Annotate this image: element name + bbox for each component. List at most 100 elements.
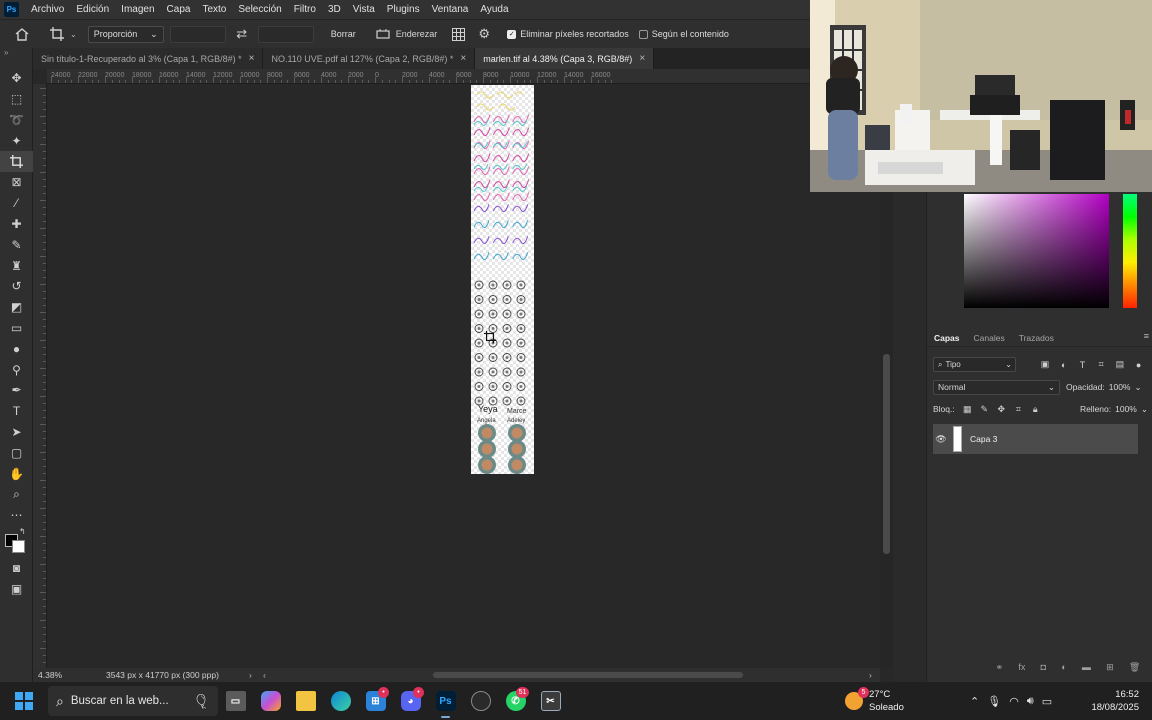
start-button[interactable] [0,682,48,720]
straighten-icon[interactable] [370,23,396,45]
more-tools-icon[interactable]: ⋯ [0,505,33,526]
menu-texto[interactable]: Texto [196,4,232,15]
menu-3d[interactable]: 3D [322,4,347,15]
blur-tool-icon[interactable]: ● [0,338,33,359]
layer-name[interactable]: Capa 3 [970,434,997,444]
scrollbar-thumb[interactable] [883,354,890,554]
dodge-tool-icon[interactable]: ⚲ [0,359,33,380]
ratio-select[interactable]: Proporción ⌄ [87,25,164,43]
document-canvas[interactable]: Yeya Angela Marce Adeley [471,85,534,474]
content-aware-checkbox[interactable]: Según el contenido [638,29,729,39]
close-icon[interactable]: × [460,53,466,64]
filter-adjustment-icon[interactable]: ◐ [1054,360,1073,370]
screen-mode-icon[interactable]: ▣ [0,578,33,599]
chevron-up-icon[interactable]: ⌃ [970,695,979,708]
path-selection-tool-icon[interactable]: ➤ [0,422,33,443]
tab-capas[interactable]: Capas [927,333,967,343]
menu-filtro[interactable]: Filtro [288,4,322,15]
gear-icon[interactable]: ⚙ [471,23,497,45]
menu-ventana[interactable]: Ventana [426,4,475,15]
lock-all-icon[interactable]: 🔒︎ [1027,404,1044,415]
crop-tool-icon[interactable] [0,151,33,172]
fill-value[interactable]: 100% [1115,404,1137,414]
speaker-icon[interactable]: 🔊︎ [1027,695,1034,708]
weather-widget[interactable]: 5 27°C Soleado [845,682,904,720]
chevron-down-icon[interactable]: ⌄ [70,30,77,39]
close-icon[interactable]: × [249,53,255,64]
add-mask-icon[interactable]: ◘ [1041,662,1046,678]
panel-menu-icon[interactable]: ≡ [1144,331,1149,341]
clear-button[interactable]: Borrar [322,24,364,44]
swap-colors-icon[interactable]: ↰ [19,527,26,536]
menu-capa[interactable]: Capa [161,4,197,15]
close-icon[interactable]: × [639,53,645,64]
home-icon[interactable] [0,23,44,45]
collapse-arrows-icon[interactable]: » [0,48,32,68]
wifi-icon[interactable]: ◠ [1009,695,1019,708]
chevron-down-icon[interactable]: ⌄ [1135,382,1142,393]
canvas-area[interactable]: Yeya Angela Marce Adeley [47,85,879,668]
tab-trazados[interactable]: Trazados [1012,333,1061,343]
straighten-label[interactable]: Enderezar [396,29,438,39]
lock-image-icon[interactable]: ✎ [976,404,993,415]
delete-cropped-pixels-checkbox[interactable]: ✓ Eliminar píxeles recortados [507,29,629,39]
snipping-tool-icon[interactable]: ✂ [533,682,568,720]
healing-brush-tool-icon[interactable]: ✚ [0,214,33,235]
edge-icon[interactable] [323,682,358,720]
history-brush-tool-icon[interactable]: ↺ [0,276,33,297]
eyedropper-tool-icon[interactable]: ⁄ [0,193,33,214]
taskbar-search[interactable]: ⌕ Buscar en la web... 🎈︎ [48,686,218,716]
layer-row[interactable]: 👁︎ Capa 3 [933,424,1138,454]
tab-canales[interactable]: Canales [967,333,1012,343]
tab-sin-titulo[interactable]: Sin título-1-Recuperado al 3% (Capa 1, R… [33,48,264,69]
link-layers-icon[interactable]: ⚭ [996,662,1004,678]
crop-height-input[interactable] [257,25,314,43]
filter-smart-object-icon[interactable]: ▤ [1111,359,1130,370]
move-tool-icon[interactable]: ✥ [0,68,33,89]
photoshop-taskbar-icon[interactable]: Ps [428,682,463,720]
layer-filter-select[interactable]: ⌕ Tipo ⌄ [933,357,1016,372]
scroll-right-icon[interactable]: › [869,670,872,680]
gradient-tool-icon[interactable]: ▭ [0,318,33,339]
chevron-down-icon[interactable]: ⌄ [1141,404,1148,415]
new-group-icon[interactable]: ▬ [1082,662,1091,678]
store-icon[interactable]: ⊞ • [358,682,393,720]
grid-overlay-icon[interactable] [445,23,471,45]
swap-dimensions-icon[interactable]: ⇄ [229,23,255,45]
quick-mask-icon[interactable]: ◙ [0,558,33,579]
color-picker-field[interactable] [964,194,1109,308]
fx-icon[interactable]: fx [1018,662,1025,678]
app-icon[interactable] [463,682,498,720]
battery-icon[interactable]: ▭ [1042,695,1052,708]
type-tool-icon[interactable]: T [0,401,33,422]
horizontal-scrollbar-thumb[interactable] [433,672,743,678]
microphone-icon[interactable]: 🎙︎ [987,695,1001,708]
menu-vista[interactable]: Vista [347,4,381,15]
menu-seleccion[interactable]: Selección [232,4,287,15]
blend-mode-select[interactable]: Normal ⌄ [933,379,1060,395]
hand-tool-icon[interactable]: ✋ [0,463,33,484]
lock-position-icon[interactable]: ✥ [993,404,1010,415]
clone-stamp-tool-icon[interactable]: ♜ [0,255,33,276]
trash-icon[interactable]: 🗑︎ [1129,662,1140,678]
eye-icon[interactable]: 👁︎ [933,434,949,445]
menu-ayuda[interactable]: Ayuda [474,4,514,15]
lock-transparency-icon[interactable]: ▦ [959,404,976,415]
file-explorer-icon[interactable] [288,682,323,720]
marquee-tool-icon[interactable]: ⬚ [0,89,33,110]
zoom-tool-icon[interactable]: ⌕ [0,484,33,505]
clock[interactable]: 16:52 18/08/2025 [1087,688,1139,714]
background-color-swatch[interactable] [12,539,25,553]
opacity-value[interactable]: 100% [1109,382,1131,392]
filter-shape-icon[interactable]: ⌗ [1092,359,1111,370]
magic-wand-tool-icon[interactable]: ✦ [0,130,33,151]
tab-marlen[interactable]: marlen.tif al 4.38% (Capa 3, RGB/8#) × [475,48,655,69]
adjustment-layer-icon[interactable]: ◐ [1061,662,1066,678]
whatsapp-icon[interactable]: ✆ 51 [498,682,533,720]
hue-slider[interactable] [1123,194,1137,308]
filter-type-icon[interactable]: T [1073,360,1092,370]
frame-tool-icon[interactable]: ⊠ [0,172,33,193]
discord-icon[interactable]: ◕ • [393,682,428,720]
crop-tool-preset-icon[interactable] [44,23,70,45]
lock-artboard-icon[interactable]: ⌗ [1010,404,1027,415]
